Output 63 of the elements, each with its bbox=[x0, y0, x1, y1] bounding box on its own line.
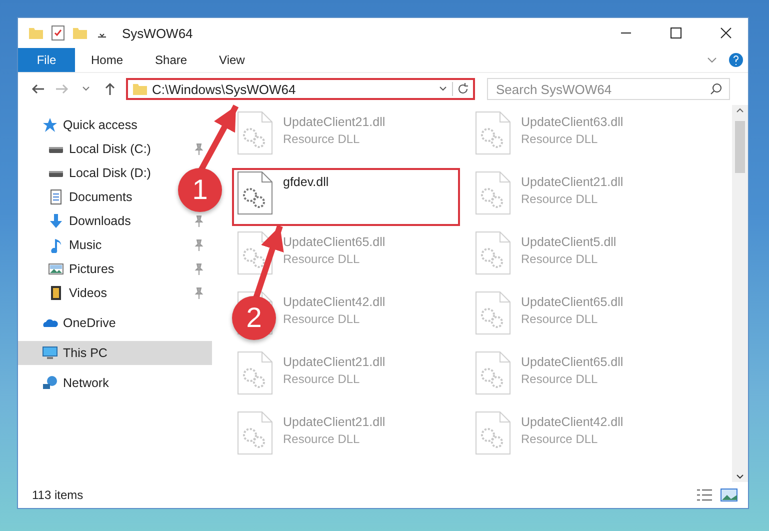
file-type: Resource DLL bbox=[283, 432, 361, 446]
monitor-icon bbox=[42, 345, 58, 361]
ribbon-tab[interactable]: Share bbox=[139, 48, 204, 72]
folder-icon bbox=[72, 25, 88, 41]
navigation-item[interactable]: Network bbox=[18, 371, 212, 395]
music-note-icon bbox=[48, 237, 64, 253]
folder-icon bbox=[28, 25, 44, 41]
maximize-icon bbox=[670, 27, 682, 39]
navigation-item[interactable]: Documents bbox=[18, 185, 176, 209]
settings-file-icon bbox=[237, 231, 273, 275]
details-view-icon[interactable] bbox=[696, 488, 714, 502]
item-count: 113 items bbox=[32, 488, 84, 502]
settings-file-icon bbox=[475, 231, 511, 275]
settings-file-icon bbox=[475, 411, 511, 455]
navigation-item[interactable]: Local Disk (C:) bbox=[18, 137, 176, 161]
navigation-item[interactable]: Downloads bbox=[18, 209, 176, 233]
settings-file-icon bbox=[237, 411, 273, 455]
checklist-icon bbox=[50, 25, 66, 41]
search-icon bbox=[710, 83, 722, 95]
file-menu-button[interactable]: File bbox=[18, 48, 75, 72]
refresh-icon[interactable] bbox=[456, 82, 470, 96]
settings-file-icon bbox=[475, 111, 511, 155]
file-type: Resource DLL bbox=[283, 312, 361, 326]
file-name[interactable]: gfdev.dll bbox=[283, 175, 329, 189]
ribbon-tab[interactable]: View bbox=[203, 48, 261, 72]
large-icons-view-icon[interactable] bbox=[720, 488, 738, 502]
download-arrow-icon bbox=[48, 213, 64, 229]
navigation-item[interactable]: Music bbox=[18, 233, 176, 257]
file-type: Resource DLL bbox=[283, 372, 361, 386]
close-icon bbox=[720, 27, 732, 39]
file-type: Resource DLL bbox=[521, 432, 599, 446]
document-icon bbox=[48, 189, 64, 205]
file-type: Resource DLL bbox=[521, 252, 599, 266]
star-icon bbox=[42, 117, 58, 133]
settings-file-icon bbox=[237, 111, 273, 155]
file-type: Resource DLL bbox=[283, 132, 361, 146]
file-type: Resource DLL bbox=[521, 372, 599, 386]
navigation-item[interactable]: Videos bbox=[18, 281, 176, 305]
picture-icon bbox=[48, 261, 64, 277]
file-type: Resource DLL bbox=[521, 132, 599, 146]
film-icon bbox=[48, 285, 64, 301]
search-field[interactable]: Search SysWOW64 bbox=[487, 78, 730, 100]
navigation-item[interactable]: Local Disk (D:) bbox=[18, 161, 176, 185]
help-icon[interactable] bbox=[728, 52, 744, 68]
folder-icon bbox=[132, 81, 148, 97]
navigation-item[interactable]: OneDrive bbox=[18, 311, 212, 335]
navigation-item[interactable]: Quick access bbox=[18, 113, 212, 137]
settings-file-icon bbox=[475, 171, 511, 215]
file-type: Resource DLL bbox=[521, 192, 599, 206]
ribbon-tab[interactable]: Home bbox=[75, 48, 140, 72]
scrollbar[interactable] bbox=[732, 105, 748, 482]
file-type: Resource DLL bbox=[283, 252, 361, 266]
navigation-item[interactable]: This PC bbox=[18, 341, 212, 365]
address-bar[interactable]: C:\Windows\SysWOW64 bbox=[126, 78, 475, 100]
settings-file-icon bbox=[237, 351, 273, 395]
window-title: SysWOW64 bbox=[122, 26, 194, 40]
network-globe-icon bbox=[42, 375, 58, 391]
scrollbar-thumb[interactable] bbox=[735, 121, 745, 173]
file-type: Resource DLL bbox=[521, 312, 599, 326]
settings-file-icon bbox=[475, 291, 511, 335]
settings-file-icon bbox=[237, 171, 273, 215]
navigation-item[interactable]: Pictures bbox=[18, 257, 176, 281]
settings-file-icon bbox=[475, 351, 511, 395]
